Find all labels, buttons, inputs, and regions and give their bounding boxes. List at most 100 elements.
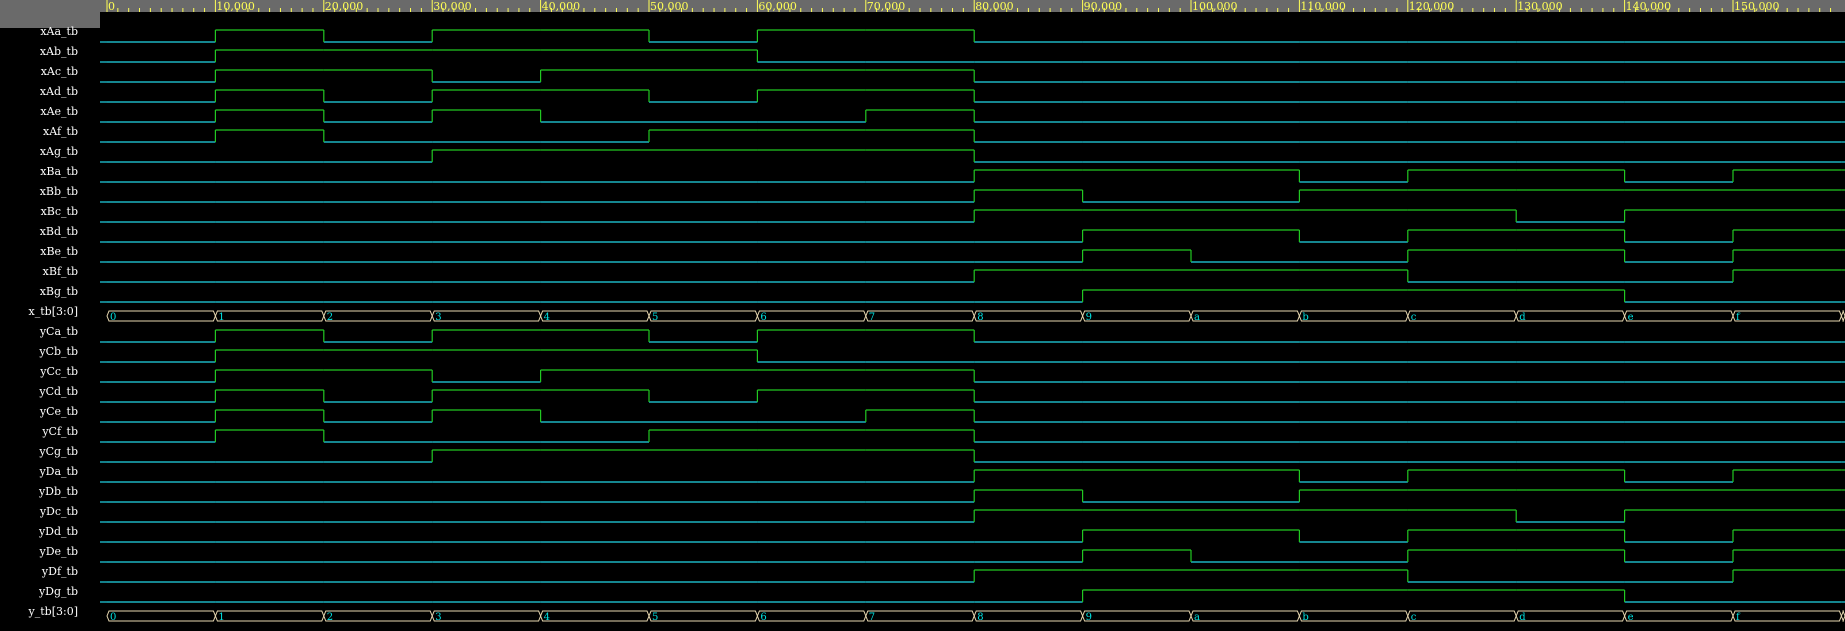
waveform-row[interactable]	[100, 169, 1845, 183]
bus-value-label: 4	[544, 312, 550, 323]
bus-segment	[1082, 610, 1192, 622]
waveform-row[interactable]	[100, 329, 1845, 343]
bus-segment	[540, 610, 650, 622]
signal-name[interactable]: yCe_tb	[0, 402, 78, 422]
waveform-row[interactable]	[100, 369, 1845, 383]
waveform-row[interactable]	[100, 69, 1845, 83]
signal-name[interactable]: yCc_tb	[0, 362, 78, 382]
signal-name[interactable]: yDd_tb	[0, 522, 78, 542]
signal-name[interactable]: xBe_tb	[0, 242, 78, 262]
waveform-row[interactable]	[100, 409, 1845, 423]
bus-value-label: c	[1411, 612, 1417, 623]
signal-name[interactable]: yDe_tb	[0, 542, 78, 562]
bus-value-label: 0	[110, 312, 116, 323]
bus-segment	[323, 310, 433, 322]
waveform-row[interactable]	[100, 209, 1845, 223]
bus-segment	[1298, 610, 1409, 622]
signal-name[interactable]: x_tb[3:0]	[0, 302, 78, 322]
waveform-row[interactable]	[100, 249, 1845, 263]
waveform-row[interactable]	[100, 589, 1845, 603]
waveform-row[interactable]	[100, 109, 1845, 123]
bus-value-label: 8	[977, 612, 983, 623]
signal-name[interactable]: xAd_tb	[0, 82, 78, 102]
signal-name[interactable]: yCf_tb	[0, 422, 78, 442]
bus-segment	[323, 610, 433, 622]
bus-segment	[1732, 310, 1842, 322]
signal-name[interactable]: xBb_tb	[0, 182, 78, 202]
waveform-row[interactable]	[100, 489, 1845, 503]
signal-name[interactable]: xAa_tb	[0, 22, 78, 42]
ruler-tick-label: 110,000	[1300, 0, 1346, 13]
waveform-row[interactable]	[100, 189, 1845, 203]
bus-segment	[1407, 610, 1517, 622]
waveform-area[interactable]: 0 10,000 20,000 30,000 40,000 50,000 60,000 70,…	[100, 0, 1845, 631]
signal-name[interactable]: xAe_tb	[0, 102, 78, 122]
waveform-row[interactable]: 0123456789abcdef	[106, 610, 1845, 623]
bus-segment	[106, 610, 216, 622]
bus-segment	[106, 310, 216, 322]
bus-value-label: a	[1194, 312, 1200, 323]
ruler-tick-label: 130,000	[1517, 0, 1563, 13]
bus-segment	[1515, 310, 1626, 322]
signal-name[interactable]: xAf_tb	[0, 122, 78, 142]
waveform-row[interactable]	[100, 229, 1845, 243]
waveform-row[interactable]: 0123456789abcdef	[106, 310, 1845, 323]
waveform-row[interactable]	[100, 469, 1845, 483]
signal-name-column: xAa_tb xAb_tb xAc_tb xAd_tb xAe_tb xAf_tb xAg_…	[0, 0, 100, 631]
waveform-row[interactable]	[100, 389, 1845, 403]
signal-name[interactable]: xAg_tb	[0, 142, 78, 162]
signal-name[interactable]: xAc_tb	[0, 62, 78, 82]
bus-segment	[1515, 610, 1626, 622]
bus-value-label: 5	[652, 312, 658, 323]
bus-segment	[1840, 310, 1845, 322]
waveform-row[interactable]	[100, 289, 1845, 303]
signal-name[interactable]: xBf_tb	[0, 262, 78, 282]
ruler-tick-label: 80,000	[975, 0, 1014, 13]
signal-name[interactable]: xBc_tb	[0, 202, 78, 222]
waveform-row[interactable]	[100, 449, 1845, 463]
ruler-tick-label: 20,000	[325, 0, 364, 13]
signal-name[interactable]: yCb_tb	[0, 342, 78, 362]
bus-value-label: b	[1302, 612, 1308, 623]
waveform-row[interactable]	[100, 89, 1845, 103]
waveform-row[interactable]	[100, 549, 1845, 563]
waveform-row[interactable]	[100, 529, 1845, 543]
waveform-row[interactable]	[100, 509, 1845, 523]
signal-name[interactable]: xBg_tb	[0, 282, 78, 302]
signal-name[interactable]: yCg_tb	[0, 442, 78, 462]
bus-segment	[1624, 310, 1734, 322]
signal-name[interactable]: yDc_tb	[0, 502, 78, 522]
ruler-tick-label: 30,000	[433, 0, 472, 13]
bus-value-label: e	[1628, 612, 1634, 623]
signal-name[interactable]: yDg_tb	[0, 582, 78, 602]
waveform-row[interactable]	[100, 49, 1845, 63]
signal-name[interactable]: xBa_tb	[0, 162, 78, 182]
waveform-row[interactable]	[100, 29, 1845, 43]
signal-name[interactable]: yDa_tb	[0, 462, 78, 482]
bus-value-label: 8	[977, 312, 983, 323]
signal-name[interactable]: y_tb[3:0]	[0, 602, 78, 622]
signal-name[interactable]: xBd_tb	[0, 222, 78, 242]
waveform-row[interactable]	[100, 429, 1845, 443]
waveform-row[interactable]	[100, 269, 1845, 283]
waveform-row[interactable]	[100, 349, 1845, 363]
bus-value-label: 3	[435, 612, 441, 623]
bus-value-label: 6	[760, 612, 766, 623]
signal-name[interactable]: yDb_tb	[0, 482, 78, 502]
signal-name[interactable]: yDf_tb	[0, 562, 78, 582]
signal-name[interactable]: yCa_tb	[0, 322, 78, 342]
waveform-row[interactable]	[100, 569, 1845, 583]
waveform-row[interactable]	[100, 149, 1845, 163]
waveform-row[interactable]	[100, 129, 1845, 143]
signal-name[interactable]: xAb_tb	[0, 42, 78, 62]
bus-value-label: 9	[1086, 312, 1092, 323]
ruler-tick-label: 90,000	[1084, 0, 1123, 13]
waveform-viewer: xAa_tb xAb_tb xAc_tb xAd_tb xAe_tb xAf_tb xAg_…	[0, 0, 1845, 631]
bus-segment	[540, 310, 650, 322]
signal-name[interactable]: yCd_tb	[0, 382, 78, 402]
bus-segment	[1082, 310, 1192, 322]
waveform-canvas[interactable]: 0 10,000 20,000 30,000 40,000 50,000 60,000 70,…	[100, 0, 1845, 631]
bus-segment	[1732, 610, 1842, 622]
bus-value-label: 7	[869, 612, 875, 623]
bus-value-label: b	[1302, 312, 1308, 323]
